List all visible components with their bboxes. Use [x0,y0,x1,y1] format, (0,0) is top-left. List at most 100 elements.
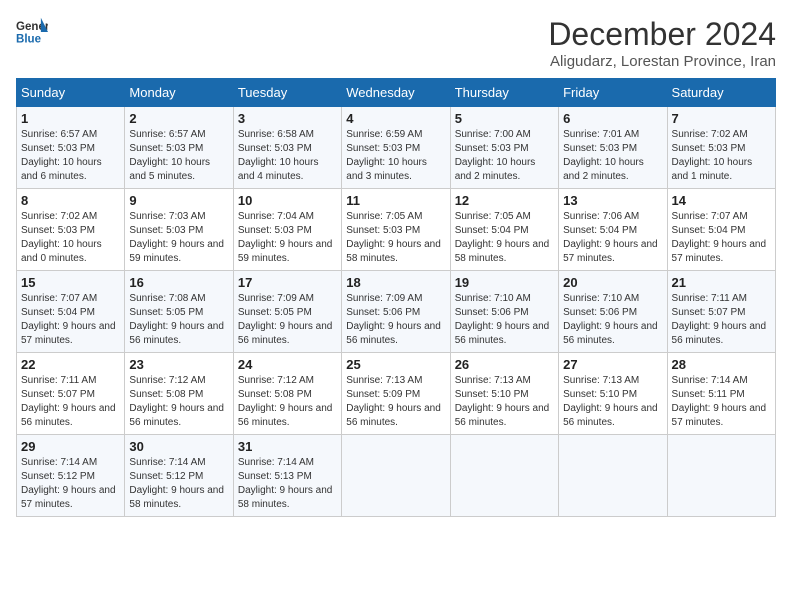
calendar-week-row: 8 Sunrise: 7:02 AMSunset: 5:03 PMDaylight… [17,189,776,271]
day-number: 22 [21,357,120,372]
day-info: Sunrise: 7:14 AMSunset: 5:13 PMDaylight:… [238,456,337,512]
day-number: 13 [563,193,662,208]
weekday-header-friday: Friday [559,79,667,107]
day-info: Sunrise: 7:09 AMSunset: 5:06 PMDaylight:… [346,292,445,348]
weekday-header-tuesday: Tuesday [233,79,341,107]
day-number: 20 [563,275,662,290]
day-info: Sunrise: 7:06 AMSunset: 5:04 PMDaylight:… [563,210,662,266]
day-number: 2 [129,111,228,126]
calendar-day-cell: 15 Sunrise: 7:07 AMSunset: 5:04 PMDayligh… [17,271,125,353]
day-number: 6 [563,111,662,126]
day-info: Sunrise: 7:12 AMSunset: 5:08 PMDaylight:… [238,374,337,430]
calendar-day-cell: 13 Sunrise: 7:06 AMSunset: 5:04 PMDayligh… [559,189,667,271]
day-number: 11 [346,193,445,208]
day-number: 15 [21,275,120,290]
day-number: 8 [21,193,120,208]
day-info: Sunrise: 6:57 AMSunset: 5:03 PMDaylight:… [129,128,228,184]
weekday-header-thursday: Thursday [450,79,558,107]
day-info: Sunrise: 7:10 AMSunset: 5:06 PMDaylight:… [455,292,554,348]
day-number: 5 [455,111,554,126]
calendar-day-cell: 17 Sunrise: 7:09 AMSunset: 5:05 PMDayligh… [233,271,341,353]
calendar-day-cell: 24Sunrise: 7:12 AMSunset: 5:08 PMDayligh… [233,353,341,435]
day-info: Sunrise: 7:13 AMSunset: 5:09 PMDaylight:… [346,374,445,430]
weekday-header-saturday: Saturday [667,79,775,107]
day-info: Sunrise: 7:08 AMSunset: 5:05 PMDaylight:… [129,292,228,348]
day-info: Sunrise: 7:11 AMSunset: 5:07 PMDaylight:… [21,374,120,430]
calendar-day-cell: 6 Sunrise: 7:01 AMSunset: 5:03 PMDaylight… [559,107,667,189]
day-info: Sunrise: 7:01 AMSunset: 5:03 PMDaylight:… [563,128,662,184]
calendar-day-cell [342,435,450,517]
day-number: 19 [455,275,554,290]
calendar-day-cell: 9 Sunrise: 7:03 AMSunset: 5:03 PMDaylight… [125,189,233,271]
calendar-day-cell: 3 Sunrise: 6:58 AMSunset: 5:03 PMDaylight… [233,107,341,189]
day-number: 4 [346,111,445,126]
calendar-day-cell: 23 Sunrise: 7:12 AMSunset: 5:08 PMDayligh… [125,353,233,435]
calendar-day-cell: 31 Sunrise: 7:14 AMSunset: 5:13 PMDayligh… [233,435,341,517]
month-title: December 2024 [548,16,776,53]
calendar-day-cell: 7 Sunrise: 7:02 AMSunset: 5:03 PMDaylight… [667,107,775,189]
page-header: General Blue December 2024 Aligudarz, Lo… [16,16,776,70]
calendar-day-cell: 21 Sunrise: 7:11 AMSunset: 5:07 PMDayligh… [667,271,775,353]
calendar-day-cell [559,435,667,517]
calendar-week-row: 22 Sunrise: 7:11 AMSunset: 5:07 PMDayligh… [17,353,776,435]
calendar-day-cell: 30Sunrise: 7:14 AMSunset: 5:12 PMDayligh… [125,435,233,517]
day-number: 12 [455,193,554,208]
calendar-week-row: 15 Sunrise: 7:07 AMSunset: 5:04 PMDayligh… [17,271,776,353]
calendar-day-cell: 14 Sunrise: 7:07 AMSunset: 5:04 PMDayligh… [667,189,775,271]
location-subtitle: Aligudarz, Lorestan Province, Iran [548,53,776,70]
day-number: 21 [672,275,771,290]
day-number: 26 [455,357,554,372]
day-info: Sunrise: 7:04 AMSunset: 5:03 PMDaylight:… [238,210,337,266]
day-info: Sunrise: 7:13 AMSunset: 5:10 PMDaylight:… [563,374,662,430]
day-number: 9 [129,193,228,208]
calendar-day-cell: 27 Sunrise: 7:13 AMSunset: 5:10 PMDayligh… [559,353,667,435]
day-info: Sunrise: 7:02 AMSunset: 5:03 PMDaylight:… [672,128,771,184]
day-info: Sunrise: 7:05 AMSunset: 5:03 PMDaylight:… [346,210,445,266]
weekday-header-row: SundayMondayTuesdayWednesdayThursdayFrid… [17,79,776,107]
calendar-day-cell: 19 Sunrise: 7:10 AMSunset: 5:06 PMDayligh… [450,271,558,353]
day-info: Sunrise: 7:03 AMSunset: 5:03 PMDaylight:… [129,210,228,266]
day-info: Sunrise: 7:05 AMSunset: 5:04 PMDaylight:… [455,210,554,266]
calendar-day-cell: 20Sunrise: 7:10 AMSunset: 5:06 PMDayligh… [559,271,667,353]
day-info: Sunrise: 6:58 AMSunset: 5:03 PMDaylight:… [238,128,337,184]
logo: General Blue [16,16,48,48]
day-info: Sunrise: 7:07 AMSunset: 5:04 PMDaylight:… [21,292,120,348]
calendar-day-cell: 16Sunrise: 7:08 AMSunset: 5:05 PMDayligh… [125,271,233,353]
day-number: 3 [238,111,337,126]
day-number: 29 [21,439,120,454]
calendar-day-cell: 1Sunrise: 6:57 AMSunset: 5:03 PMDaylight… [17,107,125,189]
day-info: Sunrise: 7:14 AMSunset: 5:11 PMDaylight:… [672,374,771,430]
calendar-day-cell: 28 Sunrise: 7:14 AMSunset: 5:11 PMDayligh… [667,353,775,435]
calendar-day-cell: 25Sunrise: 7:13 AMSunset: 5:09 PMDayligh… [342,353,450,435]
calendar-day-cell: 29 Sunrise: 7:14 AMSunset: 5:12 PMDayligh… [17,435,125,517]
day-number: 28 [672,357,771,372]
day-info: Sunrise: 7:12 AMSunset: 5:08 PMDaylight:… [129,374,228,430]
calendar-day-cell [450,435,558,517]
calendar-table: SundayMondayTuesdayWednesdayThursdayFrid… [16,78,776,517]
day-info: Sunrise: 7:09 AMSunset: 5:05 PMDaylight:… [238,292,337,348]
calendar-day-cell: 12 Sunrise: 7:05 AMSunset: 5:04 PMDayligh… [450,189,558,271]
calendar-day-cell: 10Sunrise: 7:04 AMSunset: 5:03 PMDayligh… [233,189,341,271]
day-info: Sunrise: 7:02 AMSunset: 5:03 PMDaylight:… [21,210,120,266]
day-number: 27 [563,357,662,372]
weekday-header-wednesday: Wednesday [342,79,450,107]
day-number: 18 [346,275,445,290]
calendar-day-cell: 26Sunrise: 7:13 AMSunset: 5:10 PMDayligh… [450,353,558,435]
day-info: Sunrise: 7:14 AMSunset: 5:12 PMDaylight:… [21,456,120,512]
day-info: Sunrise: 7:14 AMSunset: 5:12 PMDaylight:… [129,456,228,512]
day-info: Sunrise: 7:11 AMSunset: 5:07 PMDaylight:… [672,292,771,348]
calendar-week-row: 29 Sunrise: 7:14 AMSunset: 5:12 PMDayligh… [17,435,776,517]
day-number: 17 [238,275,337,290]
calendar-day-cell: 8 Sunrise: 7:02 AMSunset: 5:03 PMDaylight… [17,189,125,271]
day-number: 23 [129,357,228,372]
day-number: 7 [672,111,771,126]
day-number: 31 [238,439,337,454]
logo-icon: General Blue [16,16,48,48]
day-info: Sunrise: 7:07 AMSunset: 5:04 PMDaylight:… [672,210,771,266]
calendar-day-cell: 18 Sunrise: 7:09 AMSunset: 5:06 PMDayligh… [342,271,450,353]
calendar-day-cell: 22 Sunrise: 7:11 AMSunset: 5:07 PMDayligh… [17,353,125,435]
calendar-day-cell: 4Sunrise: 6:59 AMSunset: 5:03 PMDaylight… [342,107,450,189]
day-info: Sunrise: 7:00 AMSunset: 5:03 PMDaylight:… [455,128,554,184]
day-number: 14 [672,193,771,208]
calendar-day-cell: 11 Sunrise: 7:05 AMSunset: 5:03 PMDayligh… [342,189,450,271]
